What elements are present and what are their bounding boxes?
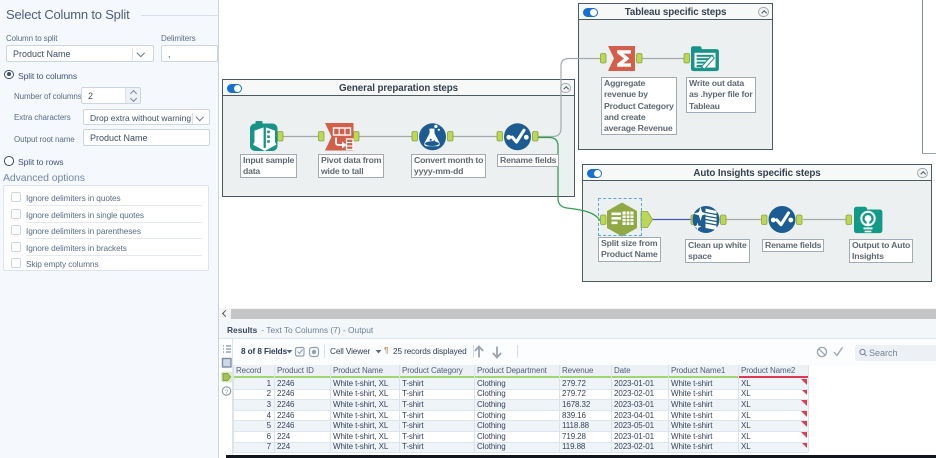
svg-text:?: ? <box>225 389 229 396</box>
